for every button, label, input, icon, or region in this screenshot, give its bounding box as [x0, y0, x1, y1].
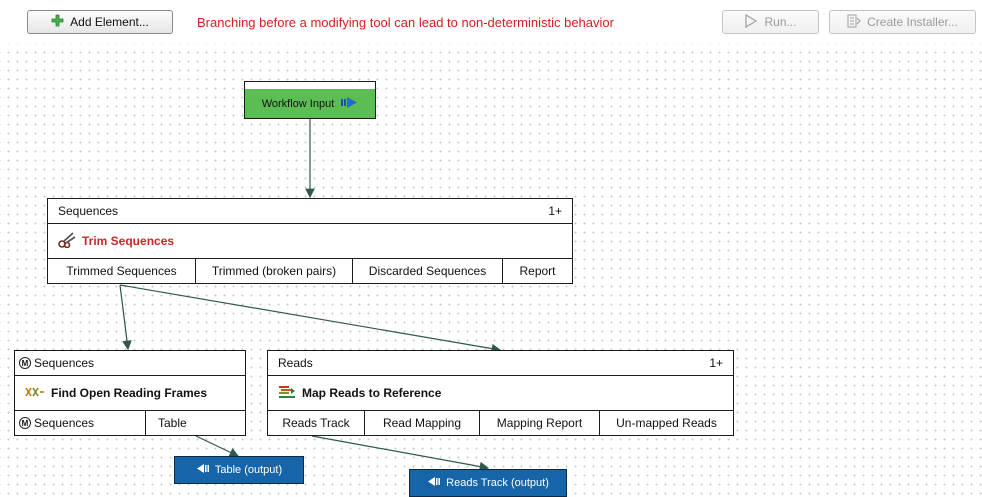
- find-orf-node[interactable]: M Sequences Find Open Reading Frames M S…: [14, 350, 246, 436]
- trim-sequences-node[interactable]: Sequences 1+ Trim Sequences Trimmed Sequ…: [47, 198, 573, 284]
- output-arrow-icon: [196, 463, 210, 477]
- port-reads-track[interactable]: Reads Track: [268, 411, 365, 435]
- branching-warning: Branching before a modifying tool can le…: [197, 15, 614, 30]
- scissors-icon: [58, 231, 76, 251]
- port-trimmed-sequences[interactable]: Trimmed Sequences: [48, 259, 196, 283]
- map-input-label: Reads: [278, 356, 313, 370]
- run-label: Run...: [764, 15, 797, 29]
- plus-icon: [51, 14, 64, 30]
- play-icon: [744, 13, 758, 31]
- input-arrow-icon: [340, 96, 358, 112]
- port-report[interactable]: Report: [503, 259, 572, 283]
- toolbar: Add Element... Branching before a modify…: [0, 0, 982, 44]
- port-orf-sequences[interactable]: M Sequences: [15, 411, 146, 435]
- map-multiplicity: 1+: [709, 356, 723, 370]
- reads-track-output-node[interactable]: Reads Track (output): [409, 469, 567, 497]
- workflow-input-label: Workflow Input: [261, 97, 335, 110]
- create-installer-label: Create Installer...: [867, 15, 958, 29]
- trim-input-label: Sequences: [58, 204, 119, 218]
- map-title: Map Reads to Reference: [302, 386, 442, 400]
- port-orf-table[interactable]: Table: [146, 411, 245, 435]
- reads-track-output-label: Reads Track (output): [446, 477, 549, 489]
- orf-title: Find Open Reading Frames: [51, 386, 208, 400]
- run-button[interactable]: Run...: [722, 10, 819, 34]
- add-element-label: Add Element...: [70, 15, 149, 29]
- port-unmapped-reads[interactable]: Un-mapped Reads: [600, 411, 733, 435]
- port-read-mapping[interactable]: Read Mapping: [365, 411, 480, 435]
- m-marker-icon: M: [19, 357, 31, 369]
- table-output-label: Table (output): [214, 464, 283, 476]
- trim-title: Trim Sequences: [82, 234, 175, 248]
- trim-multiplicity: 1+: [548, 204, 562, 218]
- workflow-input-node[interactable]: Workflow Input: [244, 81, 376, 119]
- create-installer-button[interactable]: Create Installer...: [829, 10, 976, 34]
- port-orf-sequences-label: Sequences: [34, 416, 95, 430]
- installer-icon: [847, 14, 861, 31]
- table-output-node[interactable]: Table (output): [174, 456, 304, 484]
- orf-input-label: Sequences: [34, 356, 95, 370]
- map-reads-icon: [278, 385, 296, 402]
- port-discarded-sequences[interactable]: Discarded Sequences: [353, 259, 503, 283]
- add-element-button[interactable]: Add Element...: [27, 10, 173, 34]
- output-arrow-icon: [427, 476, 441, 490]
- m-marker-icon: M: [19, 417, 31, 429]
- port-mapping-report[interactable]: Mapping Report: [480, 411, 600, 435]
- port-trimmed-broken-pairs[interactable]: Trimmed (broken pairs): [196, 259, 353, 283]
- orf-icon: [25, 386, 45, 401]
- map-reads-node[interactable]: Reads 1+ Map Reads to Reference Reads Tr…: [267, 350, 734, 436]
